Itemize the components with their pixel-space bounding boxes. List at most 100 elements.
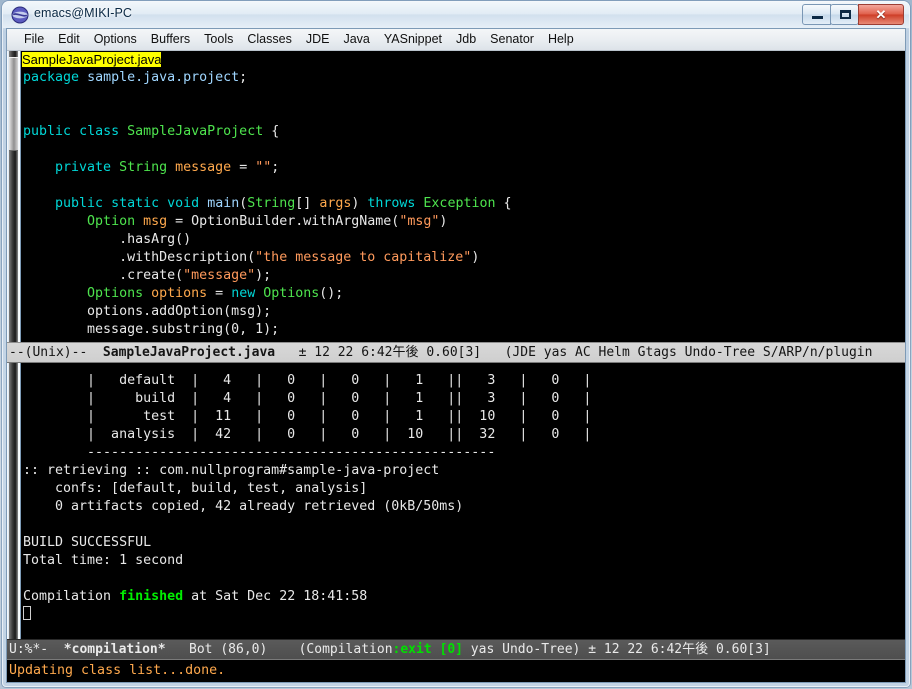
compilation-table-row: | build | 4 | 0 | 0 | 1 || 3 | 0 | <box>23 391 592 406</box>
code-token: { <box>263 124 280 139</box>
code-line: public static void main(String[] args) t… <box>22 195 905 213</box>
source-scrollbar-thumb[interactable] <box>9 57 18 151</box>
menu-item-classes[interactable]: Classes <box>240 31 298 48</box>
menu-item-options[interactable]: Options <box>87 31 144 48</box>
compilation-modeline-right: yas Undo-Tree) ± 12 22 6:42午後 0.60[3] <box>462 642 771 657</box>
menu-item-yasnippet[interactable]: YASnippet <box>377 31 449 48</box>
compilation-table-row: | default | 4 | 0 | 0 | 1 || 3 | 0 | <box>23 373 592 388</box>
code-line: Options options = new Options(); <box>22 285 905 303</box>
menu-item-file[interactable]: File <box>17 31 51 48</box>
code-token: public <box>23 124 72 139</box>
code-token: .withDescription( <box>23 250 256 265</box>
code-line: options.addOption(msg); <box>22 303 905 321</box>
code-line: Option msg = OptionBuilder.withArgName("… <box>22 213 905 231</box>
code-token: = OptionBuilder.withArgName( <box>167 214 400 229</box>
source-text-area[interactable]: SampleJavaProject.java package sample.ja… <box>22 51 905 363</box>
emacs-client-area: File Edit Options Buffers Tools Classes JDE Jav… <box>6 28 906 683</box>
code-line: message.substring(0, 1); <box>22 321 905 339</box>
compilation-buffer-window: | default | 4 | 0 | 0 | 1 || 3 | 0 | | b… <box>7 363 905 660</box>
code-token: message <box>175 160 232 175</box>
compilation-modeline-position: Bot (86,0) (Compilation <box>165 642 393 657</box>
menu-item-java[interactable]: Java <box>336 31 376 48</box>
compilation-line <box>22 516 905 534</box>
compilation-line: confs: [default, build, test, analysis] <box>23 481 368 496</box>
source-mode-line: --(Unix)-- SampleJavaProject.java ± 12 2… <box>7 342 905 363</box>
menu-item-edit[interactable]: Edit <box>51 31 87 48</box>
code-token: new <box>231 286 256 301</box>
code-token: .create( <box>23 268 184 283</box>
compilation-scrollbar-trough[interactable] <box>9 363 18 660</box>
window-title: emacs@MIKI-PC <box>34 6 133 20</box>
source-code-lines: package sample.java.project; public clas… <box>22 69 905 339</box>
compilation-scrollbar[interactable] <box>7 363 21 660</box>
source-scrollbar[interactable] <box>7 51 21 363</box>
compilation-modeline-flags: U:%*- <box>9 642 64 657</box>
menu-item-help[interactable]: Help <box>541 31 581 48</box>
menu-item-jde[interactable]: JDE <box>299 31 337 48</box>
buffer-header-line: SampleJavaProject.java <box>22 51 905 69</box>
code-token: throws <box>367 196 416 211</box>
menu-item-senator[interactable]: Senator <box>483 31 541 48</box>
menu-item-jdb[interactable]: Jdb <box>449 31 483 48</box>
minimize-button[interactable] <box>802 4 831 25</box>
compilation-text-area[interactable]: | default | 4 | 0 | 0 | 1 || 3 | 0 | | b… <box>22 363 905 660</box>
menu-item-buffers[interactable]: Buffers <box>144 31 197 48</box>
compilation-top-pad <box>22 363 905 372</box>
code-line: private String message = ""; <box>22 159 905 177</box>
code-token: SampleJavaProject <box>127 124 264 139</box>
code-token: sample.java.project <box>87 70 240 85</box>
emacs-window-frame: emacs@MIKI-PC ✕ File Edit Options Buffers To… <box>0 0 912 689</box>
code-token: ) <box>471 250 480 265</box>
modeline-buffer-name: SampleJavaProject.java <box>102 345 276 360</box>
code-token: static <box>111 196 160 211</box>
title-bar[interactable]: emacs@MIKI-PC ✕ <box>3 2 909 28</box>
code-token: ); <box>255 268 272 283</box>
compilation-output-lines: | default | 4 | 0 | 0 | 1 || 3 | 0 | | b… <box>22 372 905 624</box>
code-token: Exception <box>423 196 496 211</box>
source-buffer-window: SampleJavaProject.java package sample.ja… <box>7 51 905 363</box>
code-token: (); <box>319 286 344 301</box>
close-button[interactable]: ✕ <box>858 4 904 25</box>
code-token: message.substring(0, 1); <box>23 322 280 337</box>
modeline-minor-modes: (JDE yas AC Helm Gtags Undo-Tree S/ARP/n… <box>504 345 873 360</box>
code-line: public class SampleJavaProject { <box>22 123 905 141</box>
menu-bar: File Edit Options Buffers Tools Classes JDE Jav… <box>7 29 905 51</box>
compilation-finished-prefix: Compilation <box>23 589 120 604</box>
code-token: = <box>231 160 256 175</box>
code-token: args <box>319 196 352 211</box>
compilation-modeline-status-code: [0] <box>431 642 463 657</box>
code-token: .hasArg() <box>23 232 192 247</box>
compilation-line: 0 artifacts copied, 42 already retrieved… <box>23 499 464 514</box>
compilation-table-row: | test | 11 | 0 | 0 | 1 || 10 | 0 | <box>23 409 592 424</box>
code-token: options.addOption(msg); <box>23 304 272 319</box>
code-token: main <box>207 196 240 211</box>
code-token: { <box>495 196 512 211</box>
code-token: ; <box>271 160 280 175</box>
minibuffer-message: Updating class list...done. <box>9 663 226 678</box>
modeline-coding: --(Unix)-- <box>9 345 103 360</box>
code-token: "" <box>255 160 272 175</box>
code-token: package <box>23 70 80 85</box>
code-token: msg <box>143 214 168 229</box>
minimize-icon <box>812 16 823 19</box>
emacs-icon <box>11 6 29 24</box>
code-token: Option <box>87 214 136 229</box>
compilation-line: Total time: 1 second <box>23 553 184 568</box>
code-token: Options <box>87 286 144 301</box>
menu-item-tools[interactable]: Tools <box>197 31 240 48</box>
maximize-button[interactable] <box>830 4 859 25</box>
minibuffer[interactable]: Updating class list...done. <box>7 660 905 682</box>
code-token: ) <box>439 214 448 229</box>
text-cursor <box>23 606 31 620</box>
code-token: "the message to capitalize" <box>255 250 472 265</box>
